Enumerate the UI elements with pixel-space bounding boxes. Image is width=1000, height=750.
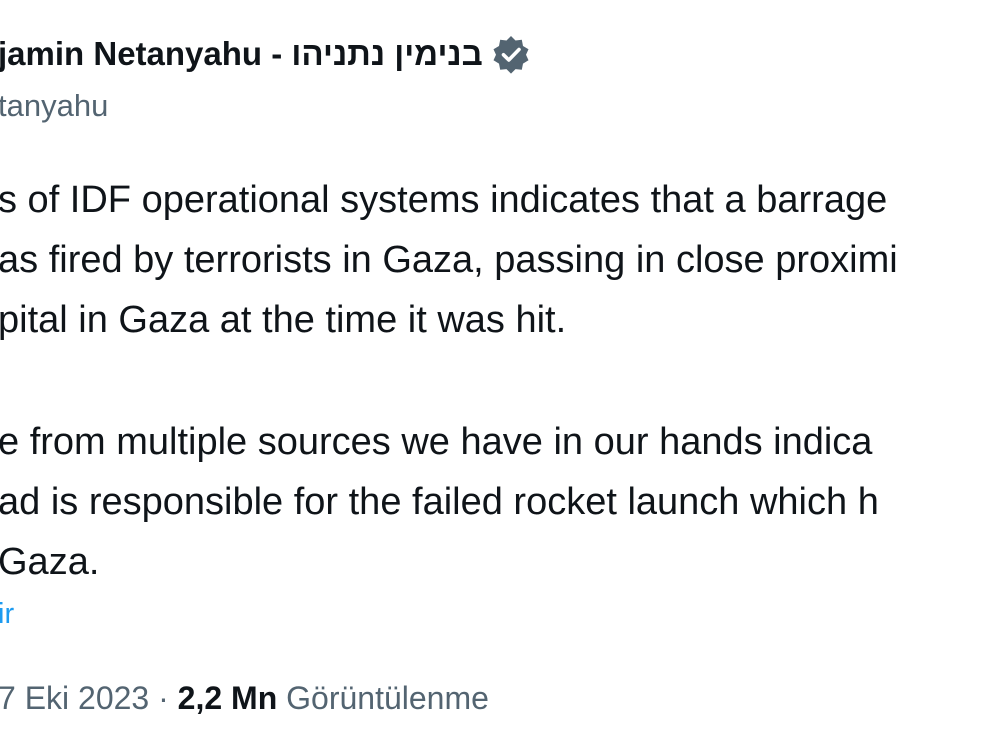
tweet-text-line: as fired by terrorists in Gaza, passing … — [0, 239, 898, 281]
tweet-text-line: ad is responsible for the failed rocket … — [0, 481, 879, 523]
meta-separator: · — [158, 680, 169, 716]
verified-badge-icon[interactable] — [491, 34, 531, 74]
views-label: Görüntülenme — [286, 680, 489, 716]
translate-post-link[interactable]: ir — [0, 598, 14, 631]
tweet-text-line: s of IDF operational systems indicates t… — [0, 179, 888, 221]
author-display-name[interactable]: jamin Netanyahu - בנימין נתניהו — [0, 35, 483, 73]
author-handle[interactable]: tanyahu — [0, 88, 108, 124]
tweet-meta: 7 Eki 2023 · 2,2 Mn Görüntülenme — [0, 680, 489, 717]
post-date[interactable]: 7 Eki 2023 — [0, 680, 149, 716]
tweet-text-line: e from multiple sources we have in our h… — [0, 421, 873, 463]
tweet-text-line: pital in Gaza at the time it was hit. — [0, 299, 567, 341]
author-name-row[interactable]: jamin Netanyahu - בנימין נתניהו — [0, 34, 531, 74]
tweet-text-line: Gaza. — [0, 541, 100, 583]
tweet-text: s of IDF operational systems indicates t… — [0, 170, 1000, 592]
views-count: 2,2 Mn — [177, 680, 278, 716]
